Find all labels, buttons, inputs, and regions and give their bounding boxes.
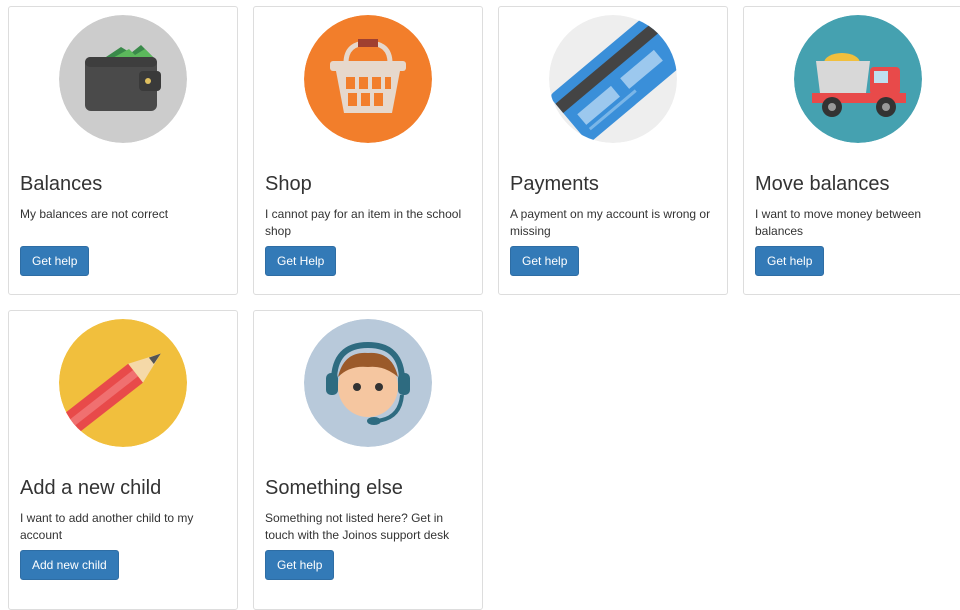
- get-help-button[interactable]: Get help: [755, 246, 825, 276]
- get-help-button[interactable]: Get help: [20, 246, 90, 276]
- card-description: Something not listed here? Get in touch …: [265, 511, 450, 542]
- card-title: Add a new child: [20, 477, 162, 499]
- card-title: Shop: [265, 173, 312, 195]
- add-new-child-button[interactable]: Add new child: [20, 550, 119, 580]
- help-card-something-else: Something else Something not listed here…: [253, 310, 483, 610]
- help-card-balances: Balances My balances are not correct Get…: [8, 6, 238, 295]
- card-description: My balances are not correct: [20, 207, 169, 221]
- wallet-icon: [59, 15, 187, 143]
- get-help-button[interactable]: Get help: [510, 246, 580, 276]
- help-card-move-balances: Move balances I want to move money betwe…: [743, 6, 960, 295]
- card-title: Something else: [265, 477, 403, 499]
- card-title: Move balances: [755, 173, 890, 195]
- card-description: A payment on my account is wrong or miss…: [510, 207, 711, 238]
- card-description: I cannot pay for an item in the school s…: [265, 207, 462, 238]
- help-card-shop: Shop I cannot pay for an item in the sch…: [253, 6, 483, 295]
- get-help-button[interactable]: Get Help: [265, 246, 337, 276]
- shopping-basket-icon: [304, 15, 432, 143]
- card-description: I want to add another child to my accoun…: [20, 511, 194, 542]
- truck-icon: [794, 15, 922, 143]
- pencil-icon: [59, 319, 187, 447]
- card-description: I want to move money between balances: [755, 207, 922, 238]
- credit-card-icon: [549, 15, 677, 143]
- help-card-add-child: Add a new child I want to add another ch…: [8, 310, 238, 610]
- support-agent-icon: [304, 319, 432, 447]
- get-help-button[interactable]: Get help: [265, 550, 335, 580]
- card-title: Balances: [20, 173, 103, 195]
- card-title: Payments: [510, 173, 599, 195]
- help-card-payments: Payments A payment on my account is wron…: [498, 6, 728, 295]
